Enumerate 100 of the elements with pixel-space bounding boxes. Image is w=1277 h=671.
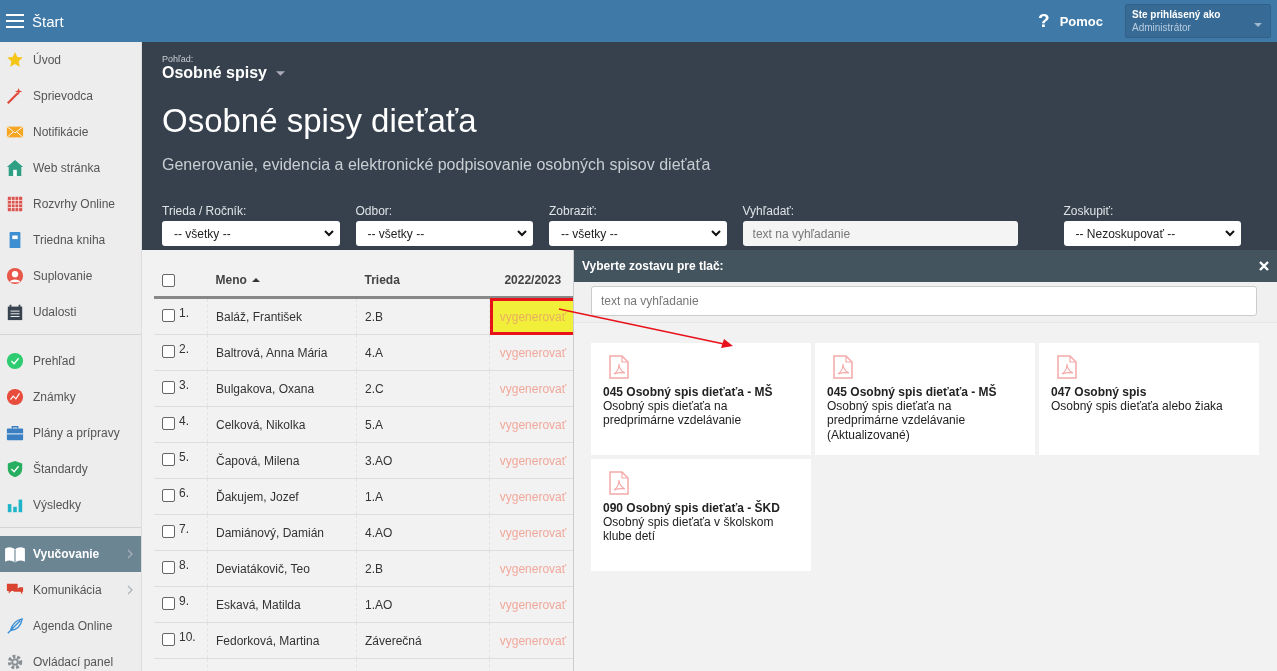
- row-checkbox[interactable]: [162, 416, 175, 430]
- sidebar-item[interactable]: Plány a prípravy: [0, 415, 141, 451]
- sidebar-item[interactable]: Vyučovanie: [0, 536, 141, 572]
- chevron-down-icon: [710, 230, 721, 237]
- magic-wand-icon: [6, 87, 24, 105]
- chevron-down-icon: [323, 230, 334, 237]
- shield-icon: [6, 460, 24, 478]
- row-checkbox[interactable]: [162, 452, 175, 466]
- help-icon[interactable]: ?: [1038, 10, 1050, 32]
- row-number: 6.: [179, 485, 189, 500]
- filter-label: Vyhľadať:: [742, 204, 796, 218]
- class-name: 2.B: [365, 309, 383, 324]
- student-name: Bulgakova, Oxana: [216, 381, 315, 396]
- report-card[interactable]: 045 Osobný spis dieťaťa - MŠ Osobný spis dieťaťa na predprimárne vzdelávanie: [591, 343, 811, 455]
- caret-icon: [1254, 23, 1262, 27]
- sidebar-item[interactable]: Sprievodca: [0, 78, 141, 114]
- report-title: 090 Osobný spis dieťaťa - ŠKD: [603, 501, 781, 515]
- help-link[interactable]: Pomoc: [1059, 13, 1103, 29]
- report-title: 047 Osobný spis: [1051, 385, 1148, 399]
- sidebar-item[interactable]: Komunikácia: [0, 572, 141, 608]
- dialog-title: Vyberte zostavu pre tlač:: [582, 259, 724, 273]
- chevron-down-icon: [517, 230, 528, 237]
- filter-label: Trieda / Ročník:: [162, 204, 248, 218]
- pdf-file-icon: [833, 355, 853, 379]
- sidebar-item[interactable]: Rozvrhy Online: [0, 186, 141, 222]
- student-name: Baláž, František: [216, 309, 303, 324]
- row-number: 7.: [179, 521, 189, 536]
- select-field[interactable]: -- Nezoskupovať --: [1063, 221, 1241, 246]
- class-name: 2.B: [365, 561, 383, 576]
- row-number: 8.: [179, 557, 189, 572]
- user-menu[interactable]: Ste prihlásený ako Administrátor: [1125, 4, 1271, 38]
- select-field[interactable]: -- všetky --: [162, 221, 340, 246]
- row-checkbox[interactable]: [162, 596, 175, 610]
- row-checkbox[interactable]: [162, 344, 175, 358]
- feather-icon: [6, 617, 24, 635]
- house-icon: [6, 159, 24, 177]
- column-header[interactable]: 2022/2023: [504, 273, 562, 287]
- class-name: 1.A: [365, 489, 383, 504]
- view-caption: Pohľad:: [162, 54, 195, 64]
- sidebar-item[interactable]: Udalosti: [0, 294, 141, 330]
- row-checkbox[interactable]: [162, 488, 175, 502]
- class-name: 4.AO: [365, 525, 393, 540]
- student-name: Damiánový, Damián: [216, 525, 325, 540]
- sidebar-item[interactable]: Notifikácie: [0, 114, 141, 150]
- calendar-icon: [6, 303, 24, 321]
- student-name: Eskavá, Matilda: [216, 597, 301, 612]
- row-number: 3.: [179, 377, 189, 392]
- row-number: 2.: [179, 341, 189, 356]
- sidebar-item[interactable]: Agenda Online: [0, 608, 141, 644]
- sidebar-item[interactable]: Známky: [0, 379, 141, 415]
- row-checkbox[interactable]: [162, 380, 175, 394]
- view-dropdown[interactable]: Osobné spisy: [162, 64, 1257, 82]
- sidebar-item[interactable]: Ovládací panel: [0, 644, 141, 671]
- class-name: 5.A: [365, 417, 383, 432]
- select-field[interactable]: -- všetky --: [549, 221, 727, 246]
- class-name: Záverečná: [365, 633, 422, 648]
- report-description: Osobný spis dieťaťa alebo žiaka: [1051, 399, 1224, 414]
- report-description: Osobný spis dieťaťa na predprimárne vzdelávanie (Aktualizované): [827, 399, 967, 443]
- star-icon: [6, 51, 24, 69]
- row-checkbox[interactable]: [162, 308, 175, 322]
- class-name: 1.AO: [365, 597, 393, 612]
- briefcase-icon: [6, 424, 24, 442]
- filter-label: Zobraziť:: [549, 204, 598, 218]
- row-checkbox[interactable]: [162, 560, 175, 574]
- sidebar-item[interactable]: Štandardy: [0, 451, 141, 487]
- search-field[interactable]: text na vyhľadanie: [591, 286, 1257, 316]
- select-all-checkbox[interactable]: [162, 274, 175, 288]
- column-header[interactable]: Trieda: [364, 273, 400, 287]
- page-subtitle: Generovanie, evidencia a elektronické podpisovanie osobných spisov dieťaťa: [162, 156, 712, 174]
- menu-icon[interactable]: [6, 14, 24, 28]
- report-title: 045 Osobný spis dieťaťa - MŠ: [603, 385, 774, 399]
- app-title[interactable]: Štart: [32, 12, 64, 30]
- report-card[interactable]: 047 Osobný spis Osobný spis dieťaťa alebo žiaka: [1039, 343, 1259, 455]
- person-icon: [6, 267, 24, 285]
- pdf-file-icon: [609, 355, 629, 379]
- student-name: Baltrová, Anna Mária: [216, 345, 328, 360]
- pdf-file-icon: [1057, 355, 1077, 379]
- student-name: Fedorková, Martina: [216, 633, 320, 648]
- sidebar-item[interactable]: Web stránka: [0, 150, 141, 186]
- search-field[interactable]: text na vyhľadanie: [742, 221, 1018, 246]
- sidebar-item[interactable]: Úvod: [0, 42, 141, 78]
- report-title: 045 Osobný spis dieťaťa - MŠ: [827, 385, 998, 399]
- envelope-icon: [6, 123, 24, 141]
- student-name: Celková, Nikolka: [216, 417, 306, 432]
- select-field[interactable]: -- všetky --: [355, 221, 534, 246]
- sidebar-item[interactable]: Výsledky: [0, 487, 141, 523]
- close-icon[interactable]: [1259, 261, 1269, 271]
- column-header[interactable]: Meno: [215, 273, 260, 287]
- report-description: Osobný spis dieťaťa na predprimárne vzdelávanie: [603, 399, 743, 428]
- sidebar-item[interactable]: Suplovanie: [0, 258, 141, 294]
- row-number: 4.: [179, 413, 189, 428]
- sidebar-item[interactable]: Triedna kniha: [0, 222, 141, 258]
- student-name: Deviatákovič, Teo: [216, 561, 310, 576]
- report-card[interactable]: 045 Osobný spis dieťaťa - MŠ Osobný spis dieťaťa na predprimárne vzdelávanie (Aktualizované): [815, 343, 1035, 455]
- sidebar-item[interactable]: Prehľad: [0, 343, 141, 379]
- page-title: Osobné spisy dieťaťa: [162, 102, 478, 140]
- report-card[interactable]: 090 Osobný spis dieťaťa - ŠKD Osobný spis dieťaťa v školskom klube detí: [591, 459, 811, 571]
- row-checkbox[interactable]: [162, 632, 175, 646]
- filter-label: Zoskupiť:: [1063, 204, 1115, 218]
- row-checkbox[interactable]: [162, 524, 175, 538]
